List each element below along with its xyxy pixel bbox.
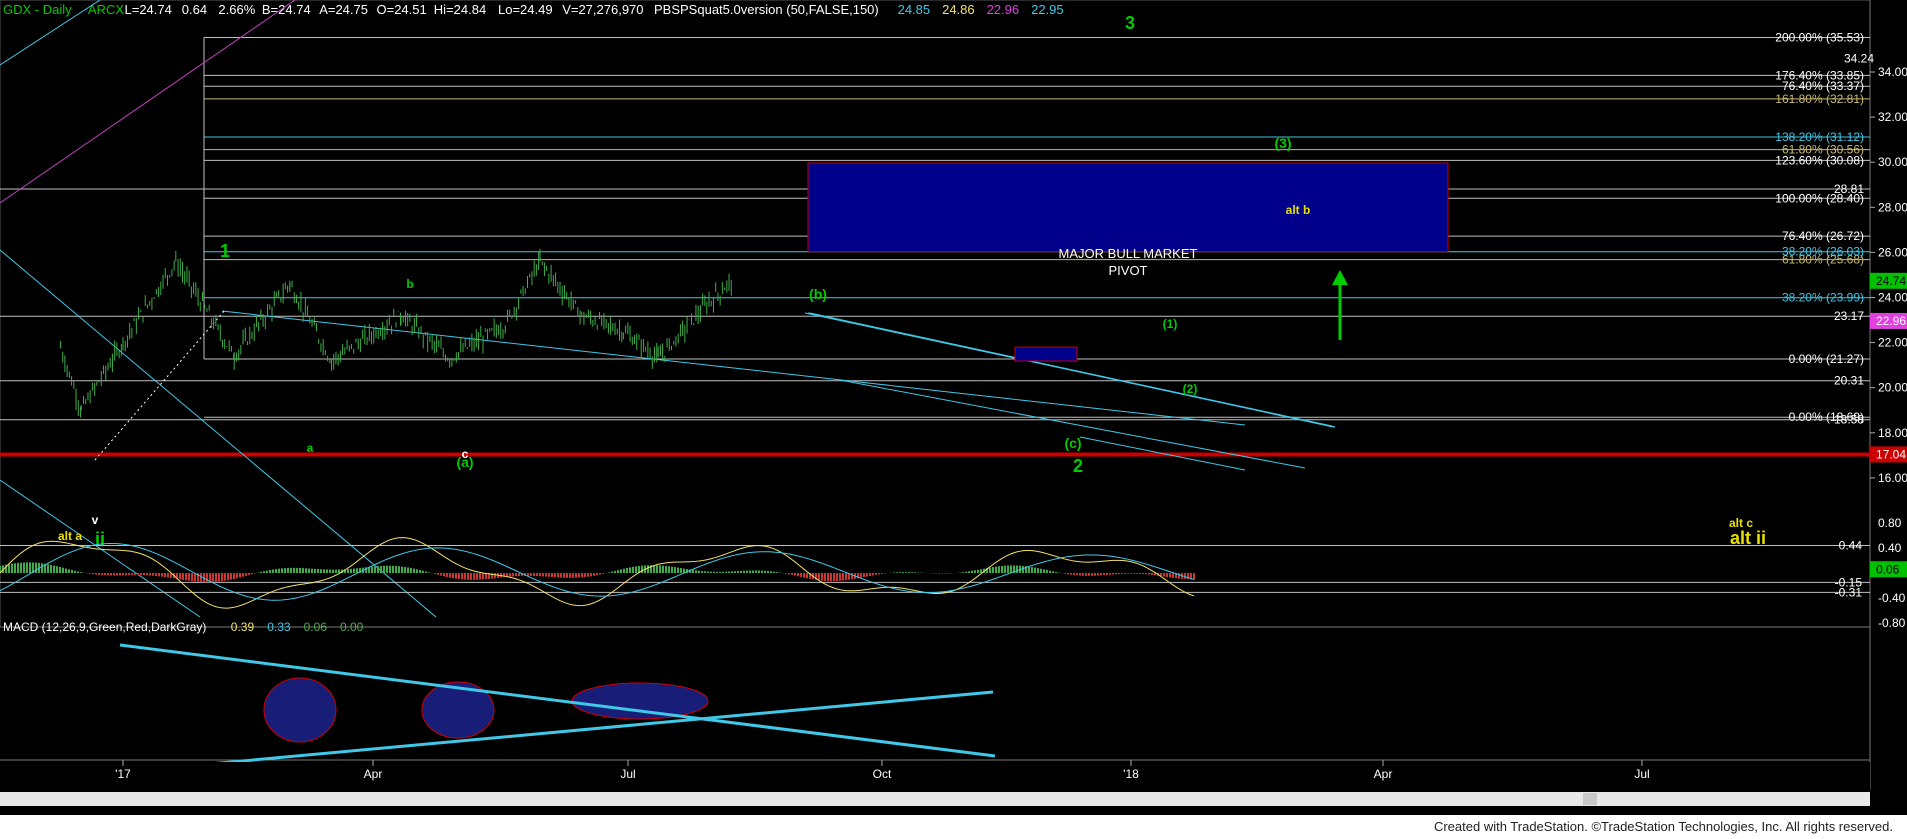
macd-value-2: 0.06 [304,620,328,634]
macd-tick-label: 0.80 [1878,516,1902,530]
wave-label: 3 [1125,13,1135,33]
wave-label: (1) [1163,317,1178,331]
wave-label: a [307,441,314,455]
price-tick-label: 16.00 [1878,471,1907,485]
macd-level-label: -0.31 [1835,585,1863,599]
ma-price-tag: 22.96 [1876,314,1906,328]
macd-tick-label: -0.40 [1878,591,1906,605]
wave-label: v [92,513,99,527]
price-tick-label: 32.00 [1878,110,1907,124]
fib-level-label: 200.00% (35.53) [1775,30,1864,44]
last-price-tag: 24.74 [1876,274,1906,288]
macd-value-0: 0.39 [231,620,255,634]
fib-level-label: 76.40% (26.72) [1782,229,1864,243]
price-tick-label: 30.00 [1878,155,1907,169]
pivot-box [807,162,1449,253]
macd-trendline-down [119,643,996,758]
time-tick-label: Apr [364,767,383,781]
header-field-10: V=27,276,970 [562,2,643,17]
time-tick-label: Jul [1634,767,1649,781]
price-level-label: 18.58 [1834,413,1864,427]
price-tick-label: 22.00 [1878,336,1907,350]
price-tick-label: 34.00 [1878,65,1907,79]
wave-label: (c) [1064,435,1081,451]
macd-value-1: 0.33 [267,620,291,634]
time-tick-label: '17 [115,767,131,781]
price-level-label: 23.17 [1834,309,1864,323]
header-field-5: B=24.74 [262,2,311,17]
macd-label: MACD (12,26,9,Green,Red,DarkGray) [3,620,206,634]
header-field-2: L=24.74 [125,2,172,17]
price-tick-label: 20.00 [1878,381,1907,395]
wave-label: 2 [1073,456,1083,476]
indicator-value-3: 22.95 [1031,2,1064,17]
price-level-label: 28.81 [1834,182,1864,196]
price-pane [0,0,1871,628]
macd-tick-label: 0.40 [1878,541,1902,555]
wave-label: 1 [220,241,230,261]
wave-label: c [462,447,469,461]
macd-highlight-ellipse [263,677,337,743]
macd-tick-label: -0.80 [1878,616,1906,630]
header-field-11: PBSPSquat5.0version (50,FALSE,150) [654,2,879,17]
fib-level-label: 61.80% (25.68) [1782,253,1864,267]
support-tag: 17.04 [1876,447,1906,461]
macd-highlight-ellipse [571,682,709,720]
scrollbar-thumb[interactable] [1583,793,1597,805]
time-tick-label: '18 [1123,767,1139,781]
pivot-box-line2: PIVOT [1108,263,1147,278]
time-tick-label: Oct [873,767,892,781]
price-chart: GDX - Daily ARCX L=24.74 0.64 2.66% B=24.74 A=… [0,0,1907,806]
price-level-label: 20.31 [1834,374,1864,388]
time-tick-label: Apr [1374,767,1393,781]
time-axis-bg [0,762,1870,790]
wave-label: b [406,277,413,291]
price-level-34-24: 34.24 [1844,52,1874,66]
fib-level-label: 161.80% (32.81) [1775,92,1864,106]
macd-current-tag: 0.06 [1876,562,1900,576]
fib-level-label: 123.60% (30.08) [1775,153,1864,167]
indicator-value-0: 24.85 [898,2,931,17]
header-field-6: A=24.75 [319,2,368,17]
indicator-value-1: 24.86 [942,2,975,17]
small-pivot-box [1014,346,1078,362]
wave-label: (b) [809,286,827,302]
header-field-4: 2.66% [218,2,255,17]
wave-label: alt a [58,529,82,543]
macd-value-3: 0.00 [340,620,364,634]
header-field-8: Hi=24.84 [434,2,486,17]
price-tick-label: 26.00 [1878,245,1907,259]
price-tick-label: 18.00 [1878,426,1907,440]
header-field-0: GDX - Daily [3,2,72,17]
fib-level-label: 0.00% (21.27) [1789,352,1864,366]
header-field-9: Lo=24.49 [498,2,553,17]
price-tick-label: 24.00 [1878,291,1907,305]
indicator-value-2: 22.96 [987,2,1020,17]
wave-label: alt b [1286,203,1311,217]
footer-credit: Created with TradeStation. ©TradeStation… [1427,818,1899,835]
wave-label: (3) [1274,135,1291,151]
time-tick-label: Jul [620,767,635,781]
macd-level-label: 0.44 [1839,539,1863,553]
fib-level-label: 38.20% (23.99) [1782,291,1864,305]
pivot-box-line1: MAJOR BULL MARKET [1059,246,1198,261]
wave-label: (2) [1183,382,1198,396]
header-field-7: O=24.51 [377,2,427,17]
header-field-3: 0.64 [182,2,207,17]
price-tick-label: 28.00 [1878,200,1907,214]
